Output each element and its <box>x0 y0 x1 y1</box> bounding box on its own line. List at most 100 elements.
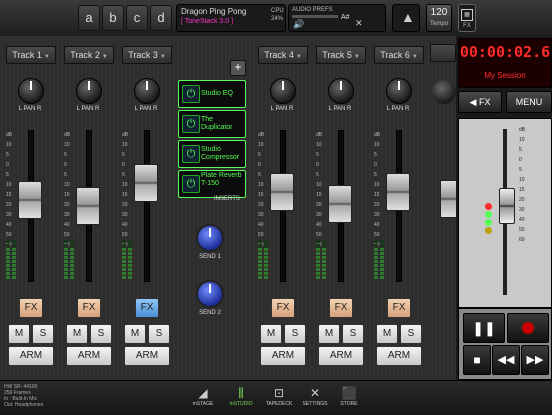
power-icon[interactable]: ⏻ <box>182 145 200 163</box>
fx-button[interactable]: FX <box>329 298 353 318</box>
song-sub: [ ToneStack 3.0 ] <box>181 18 234 25</box>
pan-knob[interactable] <box>386 78 412 104</box>
track-7-pan-knob[interactable] <box>432 80 456 104</box>
pan-knob[interactable] <box>76 78 102 104</box>
meter-segment <box>12 252 16 255</box>
db-tick-label: 40 <box>64 222 70 228</box>
pause-button[interactable]: ❚❚ <box>463 313 505 343</box>
mute-button[interactable]: M <box>66 324 88 344</box>
insert-slot-4[interactable]: ⏻ Plate Reverb T-150 <box>178 170 246 198</box>
nav-settings[interactable]: ✕ SETTINGS <box>296 385 334 407</box>
meter-segment <box>12 256 16 259</box>
fast-forward-button[interactable]: ▶▶ <box>521 345 549 375</box>
arm-button[interactable]: ARM <box>124 346 170 366</box>
track-name-button[interactable]: Track 3 ▼ <box>122 46 172 64</box>
track-select-c-button[interactable]: c <box>126 5 148 31</box>
track-7-name-button[interactable] <box>430 44 456 62</box>
meter-segment <box>12 264 16 267</box>
meter-segment <box>70 268 74 271</box>
track-select-b-button[interactable]: b <box>102 5 124 31</box>
track-select-d-button[interactable]: d <box>150 5 172 31</box>
solo-button[interactable]: S <box>400 324 422 344</box>
solo-button[interactable]: S <box>32 324 54 344</box>
dropdown-arrow-icon: ▼ <box>411 54 418 60</box>
send-1-knob[interactable] <box>196 224 224 252</box>
master-fader[interactable] <box>499 188 515 225</box>
fx-button[interactable]: FX <box>135 298 159 318</box>
knob-indicator <box>340 81 342 90</box>
meter-segment <box>6 248 10 251</box>
volume-fader[interactable] <box>76 187 100 225</box>
volume-fader[interactable] <box>328 184 352 223</box>
db-tick-label: dB <box>316 132 323 138</box>
db-tick-label: 20 <box>258 202 264 208</box>
track-strip-5: Track 5▼L PAN RdB1050510152030405060FXMS… <box>314 44 366 372</box>
fx-button[interactable]: FX <box>77 298 101 318</box>
solo-button[interactable]: S <box>342 324 364 344</box>
record-button[interactable] <box>507 313 549 343</box>
db-tick-label: dB <box>519 127 526 133</box>
db-tick-label: 5 <box>519 147 522 153</box>
fx-button[interactable]: FX <box>271 298 295 318</box>
rewind-button[interactable]: ◀◀ <box>492 345 520 375</box>
audio-prefs-panel[interactable]: AUDIO PREFS A# 🔊 ✕ <box>288 4 386 32</box>
solo-button[interactable]: S <box>148 324 170 344</box>
solo-button[interactable]: S <box>90 324 112 344</box>
track-name-button[interactable]: Track 5 ▼ <box>316 46 366 64</box>
power-icon[interactable]: ⏻ <box>182 175 200 193</box>
solo-button[interactable]: S <box>284 324 306 344</box>
arm-button[interactable]: ARM <box>318 346 364 366</box>
send-2-knob[interactable] <box>196 280 224 308</box>
arm-button[interactable]: ARM <box>260 346 306 366</box>
pan-knob[interactable] <box>328 78 354 104</box>
volume-fader[interactable] <box>18 181 42 220</box>
track-name-button[interactable]: Track 4 ▼ <box>258 46 308 64</box>
arm-button[interactable]: ARM <box>66 346 112 366</box>
meter-segment <box>264 272 268 275</box>
mute-button[interactable]: M <box>260 324 282 344</box>
volume-fader[interactable] <box>386 173 410 212</box>
nav-store[interactable]: ⬛ STORE <box>330 385 368 407</box>
nav-tapedeck[interactable]: ⊡ TAPEDECK <box>260 385 298 407</box>
pan-left-label: L <box>270 106 274 112</box>
arm-button[interactable]: ARM <box>376 346 422 366</box>
pan-knob[interactable] <box>18 78 44 104</box>
meter-segment <box>380 264 384 267</box>
nav-mstage[interactable]: ◢ mSTAGE <box>184 385 222 407</box>
mute-button[interactable]: M <box>376 324 398 344</box>
db-tick-label: 10 <box>6 182 12 188</box>
stop-button[interactable]: ■ <box>463 345 491 375</box>
song-selector[interactable]: Dragon Ping Pong [ ToneStack 3.0 ] CPU 2… <box>176 4 286 32</box>
track-name-button[interactable]: Track 6 ▼ <box>374 46 424 64</box>
volume-fader[interactable] <box>270 173 294 212</box>
mute-x-icon[interactable]: ✕ <box>355 18 363 29</box>
add-insert-button[interactable]: + <box>230 60 246 76</box>
fx-button[interactable]: FX <box>19 298 43 318</box>
insert-slot-3[interactable]: ⏻ Studio Compressor <box>178 140 246 168</box>
metronome-button[interactable]: ▲ <box>392 4 420 32</box>
master-strip: dB 10 5 0 5 10 15 20 30 40 50 60 <box>458 118 552 308</box>
volume-fader[interactable] <box>134 164 158 203</box>
arm-button[interactable]: ARM <box>8 346 54 366</box>
nav-mstudio[interactable]: ⫼ mSTUDIO <box>222 385 260 407</box>
master-fx-button[interactable]: ◀ FX <box>458 91 502 113</box>
pan-knob[interactable] <box>134 78 160 104</box>
power-icon[interactable]: ⏻ <box>182 85 200 103</box>
mute-button[interactable]: M <box>124 324 146 344</box>
mute-button[interactable]: M <box>8 324 30 344</box>
tempo-button[interactable]: 120 Tempo <box>426 4 452 32</box>
insert-slot-2[interactable]: ⏻ The Duplicator <box>178 110 246 138</box>
insert-slot-1[interactable]: ⏻ Studio EQ <box>178 80 246 108</box>
track-name-button[interactable]: Track 1 ▼ <box>6 46 56 64</box>
speaker-icon[interactable]: 🔊 <box>293 19 304 30</box>
meter-segment <box>264 268 268 271</box>
track-name-button[interactable]: Track 2 ▼ <box>64 46 114 64</box>
mute-button[interactable]: M <box>318 324 340 344</box>
fx-rack-button[interactable]: ▦ FX <box>458 4 476 32</box>
pan-knob[interactable] <box>270 78 296 104</box>
power-icon[interactable]: ⏻ <box>182 115 200 133</box>
fx-button[interactable]: FX <box>387 298 411 318</box>
menu-button[interactable]: MENU <box>506 91 552 113</box>
track-select-a-button[interactable]: a <box>78 5 100 31</box>
record-icon <box>522 322 534 334</box>
